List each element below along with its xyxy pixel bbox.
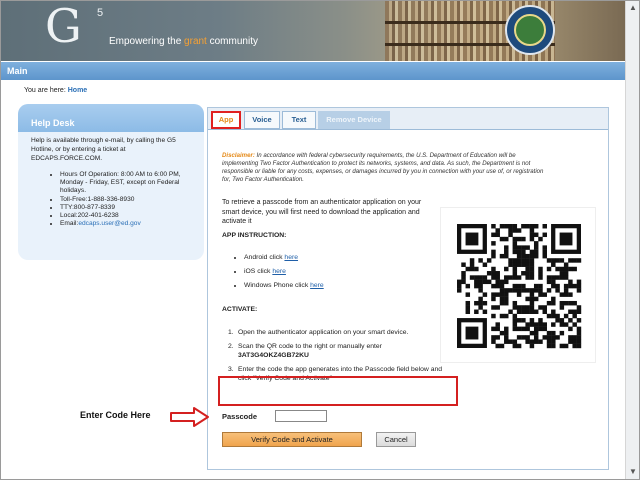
tagline-prefix: Empowering the bbox=[109, 36, 185, 47]
tab-text[interactable]: Text bbox=[282, 111, 316, 129]
activate-steps: 1. Open the authenticator application on … bbox=[218, 328, 458, 406]
step-3-highlight-box bbox=[218, 376, 458, 406]
enter-code-here-annotation: Enter Code Here bbox=[80, 410, 151, 420]
disclaimer: Disclaimer: In accordance with federal c… bbox=[222, 152, 552, 184]
two-factor-panel: App Voice Text Remove Device Disclaimer:… bbox=[207, 107, 609, 470]
windows-phone-here-link[interactable]: here bbox=[310, 282, 324, 289]
main-section-bar: Main bbox=[1, 62, 625, 80]
step-text: Open the authenticator application on yo… bbox=[238, 329, 409, 336]
activate-title: ACTIVATE: bbox=[222, 306, 258, 313]
ios-text: iOS click bbox=[244, 268, 273, 275]
step-number: 2. bbox=[228, 343, 234, 350]
app-download-list: Android click here iOS click here Window… bbox=[234, 254, 324, 296]
windows-phone-text: Windows Phone click bbox=[244, 282, 311, 289]
android-item: Android click here bbox=[244, 254, 324, 261]
g5-logo-number: 5 bbox=[97, 7, 104, 19]
breadcrumb-home-link[interactable]: Home bbox=[68, 87, 87, 94]
retrieve-instructions: To retrieve a passcode from an authentic… bbox=[222, 199, 422, 225]
ios-here-link[interactable]: here bbox=[272, 268, 286, 275]
scroll-up-arrow-icon[interactable]: ▲ bbox=[626, 1, 640, 15]
help-desk-tollfree: Toll-Free:1-888-336-8930 bbox=[60, 196, 196, 204]
activate-step-1: 1. Open the authenticator application on … bbox=[222, 328, 452, 337]
help-desk-email-item: Email:edcaps.user@ed.gov bbox=[60, 220, 196, 228]
android-text: Android click bbox=[244, 254, 285, 261]
tab-remove-device: Remove Device bbox=[318, 111, 390, 129]
breadcrumb-prefix: You are here: bbox=[24, 87, 68, 94]
android-here-link[interactable]: here bbox=[284, 254, 298, 261]
tagline-highlight: grant bbox=[184, 36, 207, 47]
windows-phone-item: Windows Phone click here bbox=[244, 282, 324, 289]
scroll-down-arrow-icon[interactable]: ▼ bbox=[626, 465, 640, 479]
passcode-input[interactable] bbox=[275, 410, 327, 422]
help-desk-panel: Help Desk Help is available through e-ma… bbox=[18, 104, 204, 260]
red-arrow-icon bbox=[170, 407, 209, 427]
tagline-suffix: community bbox=[206, 36, 258, 47]
ios-item: iOS click here bbox=[244, 268, 324, 275]
seal-tree-icon bbox=[514, 14, 546, 46]
site-banner: G 5 Empowering the grant community bbox=[1, 1, 625, 61]
step-text: Scan the QR code to the right or manuall… bbox=[238, 343, 382, 350]
auth-method-tabs: App Voice Text Remove Device bbox=[208, 108, 608, 130]
help-desk-hours: Hours Of Operation: 8:00 AM to 6:00 PM, … bbox=[60, 171, 196, 196]
qr-code-image bbox=[457, 224, 582, 349]
help-desk-email-link[interactable]: edcaps.user@ed.gov bbox=[78, 220, 140, 227]
passcode-label: Passcode bbox=[222, 412, 258, 421]
activate-step-2: 2. Scan the QR code to the right or manua… bbox=[222, 342, 452, 360]
g5-logo[interactable]: G bbox=[45, 3, 82, 49]
help-desk-local: Local:202-401-6238 bbox=[60, 212, 196, 220]
verify-code-and-activate-button[interactable]: Verify Code and Activate bbox=[222, 432, 362, 447]
help-desk-title: Help Desk bbox=[18, 104, 204, 132]
department-seal-icon bbox=[505, 5, 555, 55]
help-desk-contact-list: Hours Of Operation: 8:00 AM to 6:00 PM, … bbox=[18, 163, 204, 228]
vertical-scrollbar[interactable]: ▲ ▼ bbox=[625, 1, 639, 479]
cancel-button[interactable]: Cancel bbox=[376, 432, 416, 447]
qr-code bbox=[440, 207, 596, 363]
breadcrumb: You are here: Home bbox=[24, 87, 87, 94]
site-tagline: Empowering the grant community bbox=[109, 36, 258, 47]
app-instruction-title: APP INSTRUCTION: bbox=[222, 232, 287, 239]
disclaimer-label: Disclaimer: bbox=[222, 152, 255, 159]
email-label: Email: bbox=[60, 220, 79, 228]
disclaimer-text: In accordance with federal cybersecurity… bbox=[222, 152, 544, 183]
tab-voice[interactable]: Voice bbox=[244, 111, 280, 129]
step-number: 1. bbox=[228, 329, 234, 336]
manual-entry-code: 3AT3G4OKZ4GB72KU bbox=[238, 352, 309, 359]
help-desk-intro: Help is available through e-mail, by cal… bbox=[31, 137, 176, 162]
help-desk-tty: TTY:800-877-8339 bbox=[60, 204, 196, 212]
step-number: 3. bbox=[228, 366, 234, 373]
tab-app[interactable]: App bbox=[211, 111, 241, 129]
